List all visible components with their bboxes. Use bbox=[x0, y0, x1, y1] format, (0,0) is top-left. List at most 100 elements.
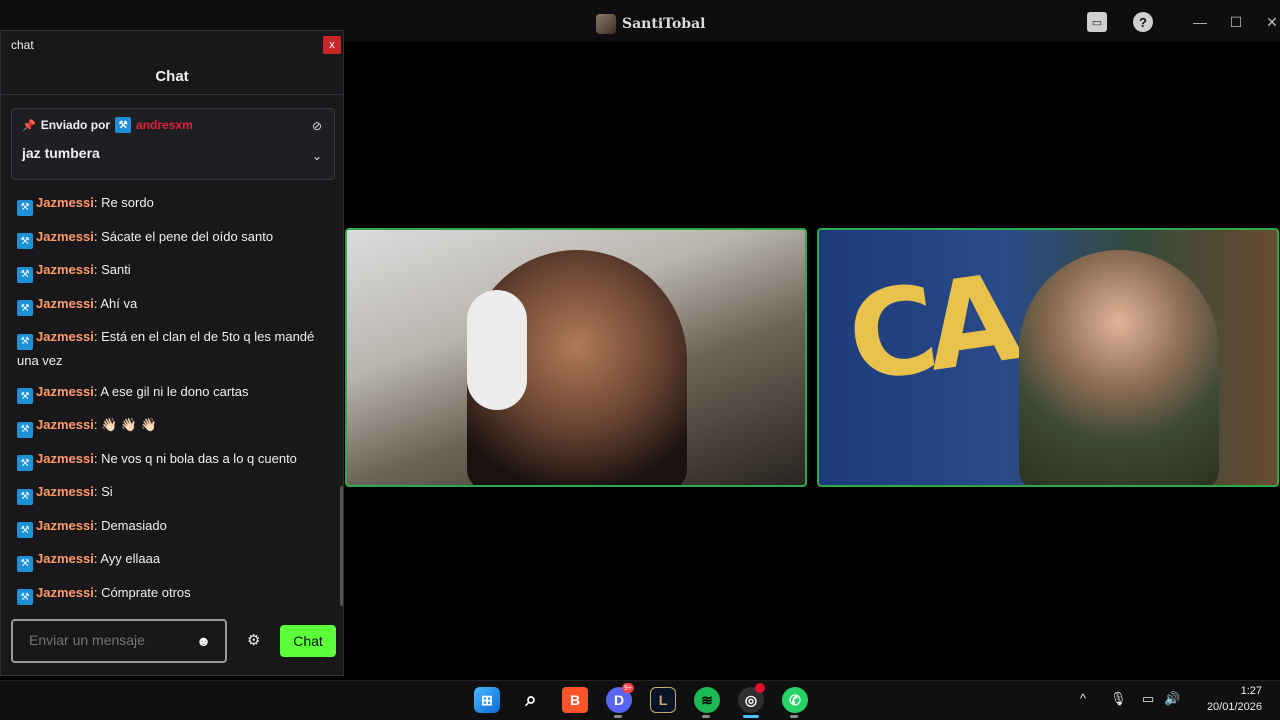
spotify-icon[interactable]: ≋ bbox=[694, 687, 720, 713]
tray-overflow-chevron-icon[interactable]: ^ bbox=[1080, 691, 1086, 706]
discord-running-indicator bbox=[614, 715, 622, 718]
chat-message-text: Sácate el pene del oído santo bbox=[101, 228, 274, 244]
chat-message: ⚒ Jazmessi: A ese gil ni le dono cartas bbox=[11, 376, 331, 410]
chat-message-text: Demasiado bbox=[101, 517, 167, 533]
username-separator: : bbox=[93, 228, 102, 244]
chat-username[interactable]: Jazmessi bbox=[36, 229, 94, 244]
moderator-badge-icon: ⚒ bbox=[17, 555, 33, 572]
chat-username[interactable]: Jazmessi bbox=[36, 417, 94, 432]
moderator-badge-icon: ⚒ bbox=[17, 488, 33, 505]
chat-message-text: Si bbox=[101, 484, 113, 499]
chat-username[interactable]: Jazmessi bbox=[36, 585, 94, 600]
video-feed-right[interactable]: CA bbox=[817, 228, 1279, 487]
chat-username[interactable]: Jazmessi bbox=[36, 451, 94, 466]
banner-text: CA bbox=[840, 249, 1019, 410]
username-separator: : bbox=[93, 195, 102, 210]
help-icon[interactable]: ? bbox=[1133, 12, 1153, 32]
discord-notification-badge: 9+ bbox=[622, 683, 634, 693]
minimize-button[interactable]: — bbox=[1190, 12, 1210, 32]
chat-message: ⚒ Jazmessi: Sácate el pene del oído santo bbox=[11, 221, 331, 255]
chat-message-text: Cómprate otros bbox=[101, 584, 191, 600]
username-separator: : bbox=[93, 484, 102, 499]
windows-taskbar: ⊞ ⌕ B D 9+ L ≋ ◎ ✆ ^ 🎙 ▭ 🔊 1:27 20/01/20… bbox=[0, 680, 1280, 720]
pin-icon: 📌 bbox=[22, 119, 36, 132]
network-icon[interactable]: ▭ bbox=[1142, 691, 1154, 707]
chat-header: Chat bbox=[1, 59, 343, 95]
inbox-icon[interactable]: ▭ bbox=[1087, 12, 1107, 32]
username-separator: : bbox=[93, 450, 102, 466]
chat-message-list: ⚒ Jazmessi: Re sordo ⚒ Jazmessi: Sácate el … bbox=[11, 187, 331, 607]
chat-message: ⚒ Jazmessi: Está en el clan el de 5to q l… bbox=[11, 321, 331, 376]
chat-username[interactable]: Jazmessi bbox=[36, 384, 94, 399]
video-feed-left[interactable] bbox=[345, 228, 807, 487]
pinned-meta: 📌 Enviado por ⚒ andresxm bbox=[22, 117, 324, 133]
chat-message: ⚒ Jazmessi: Ahí va bbox=[11, 288, 331, 322]
system-clock[interactable]: 1:27 20/01/2026 bbox=[1207, 683, 1262, 715]
moderator-badge-icon: ⚒ bbox=[17, 388, 33, 404]
chat-message-text: A ese gil ni le dono cartas bbox=[100, 383, 249, 399]
headphones-icon bbox=[467, 290, 527, 410]
pinned-text: jaz tumbera bbox=[22, 145, 100, 161]
obs-recording-dot bbox=[755, 683, 765, 693]
chat-message: ⚒ Jazmessi: Cómprate otros bbox=[11, 577, 331, 608]
chat-message: ⚒ Jazmessi: Ne vos q ni bola das a lo q c… bbox=[11, 443, 331, 477]
chat-message-text: Ayy ellaaa bbox=[100, 551, 161, 566]
moderator-badge-icon: ⚒ bbox=[17, 421, 33, 438]
username-separator: : bbox=[93, 262, 102, 277]
chevron-down-icon[interactable]: ⌄ bbox=[312, 149, 322, 163]
window-title: SantiTobal bbox=[596, 14, 705, 34]
pinned-message[interactable]: 📌 Enviado por ⚒ andresxm ⊘ jaz tumbera ⌄ bbox=[11, 108, 335, 180]
moderator-badge-icon: ⚒ bbox=[17, 333, 33, 350]
close-button[interactable]: ✕ bbox=[1262, 12, 1280, 32]
hide-pinned-icon[interactable]: ⊘ bbox=[312, 119, 322, 133]
chat-popout-window: chat x Chat 📌 Enviado por ⚒ andresxm ⊘ j… bbox=[0, 30, 344, 676]
username-separator: : bbox=[93, 517, 102, 533]
whatsapp-running-indicator bbox=[790, 715, 798, 718]
chat-message-text: 👋🏻 👋🏻 👋🏻 bbox=[101, 417, 157, 432]
chat-username[interactable]: Jazmessi bbox=[36, 195, 94, 210]
chat-message: ⚒ Jazmessi: Re sordo bbox=[11, 187, 331, 221]
moderator-badge-icon: ⚒ bbox=[115, 117, 132, 133]
pinned-username[interactable]: andresxm bbox=[136, 118, 193, 132]
microphone-icon[interactable]: 🎙 bbox=[1110, 691, 1127, 707]
username-separator: : bbox=[93, 329, 102, 344]
username-separator: : bbox=[93, 417, 102, 432]
start-menu-icon[interactable]: ⊞ bbox=[474, 687, 500, 713]
moderator-badge-icon: ⚒ bbox=[17, 199, 33, 216]
whatsapp-icon[interactable]: ✆ bbox=[782, 687, 808, 713]
maximize-button[interactable]: ☐ bbox=[1226, 12, 1246, 32]
chat-username[interactable]: Jazmessi bbox=[36, 484, 94, 499]
moderator-badge-icon: ⚒ bbox=[17, 233, 33, 249]
username-separator: : bbox=[93, 584, 102, 600]
volume-icon[interactable]: 🔊 bbox=[1164, 691, 1180, 707]
channel-avatar-icon bbox=[596, 14, 616, 34]
clock-date: 20/01/2026 bbox=[1206, 701, 1262, 713]
chat-message-text: Ne vos q ni bola das a lo q cuento bbox=[101, 450, 297, 466]
chat-message: ⚒ Jazmessi: Ayy ellaaa bbox=[11, 543, 331, 577]
chat-username[interactable]: Jazmessi bbox=[36, 296, 94, 311]
chat-username[interactable]: Jazmessi bbox=[36, 518, 94, 533]
league-of-legends-icon[interactable]: L bbox=[650, 687, 676, 713]
chat-username[interactable]: Jazmessi bbox=[36, 551, 94, 566]
pinned-sent-by: Enviado por bbox=[40, 118, 111, 132]
chat-input-box[interactable]: ☻ bbox=[11, 619, 227, 663]
chat-message-text: Santi bbox=[101, 262, 131, 277]
chat-window-bar[interactable]: chat x bbox=[1, 31, 343, 59]
search-icon[interactable]: ⌕ bbox=[518, 687, 544, 713]
chat-send-button[interactable]: Chat bbox=[280, 625, 336, 657]
chat-message: ⚒ Jazmessi: 👋🏻 👋🏻 👋🏻 bbox=[11, 409, 331, 443]
chat-message: ⚒ Jazmessi: Demasiado bbox=[11, 510, 331, 544]
clock-time: 1:27 bbox=[1240, 685, 1262, 697]
emoji-icon[interactable]: ☻ bbox=[196, 633, 211, 649]
spotify-running-indicator bbox=[702, 715, 710, 718]
chat-message-text: Ahí va bbox=[100, 295, 138, 311]
chat-input[interactable] bbox=[29, 632, 189, 648]
chat-scrollbar[interactable] bbox=[340, 486, 343, 606]
moderator-badge-icon: ⚒ bbox=[17, 455, 33, 471]
brave-browser-icon[interactable]: B bbox=[562, 687, 588, 713]
chat-username[interactable]: Jazmessi bbox=[36, 329, 94, 344]
chat-username[interactable]: Jazmessi bbox=[36, 262, 94, 277]
moderator-badge-icon: ⚒ bbox=[17, 266, 33, 283]
chat-settings-gear-icon[interactable]: ⚙ bbox=[247, 631, 260, 649]
chat-close-button[interactable]: x bbox=[323, 36, 341, 54]
